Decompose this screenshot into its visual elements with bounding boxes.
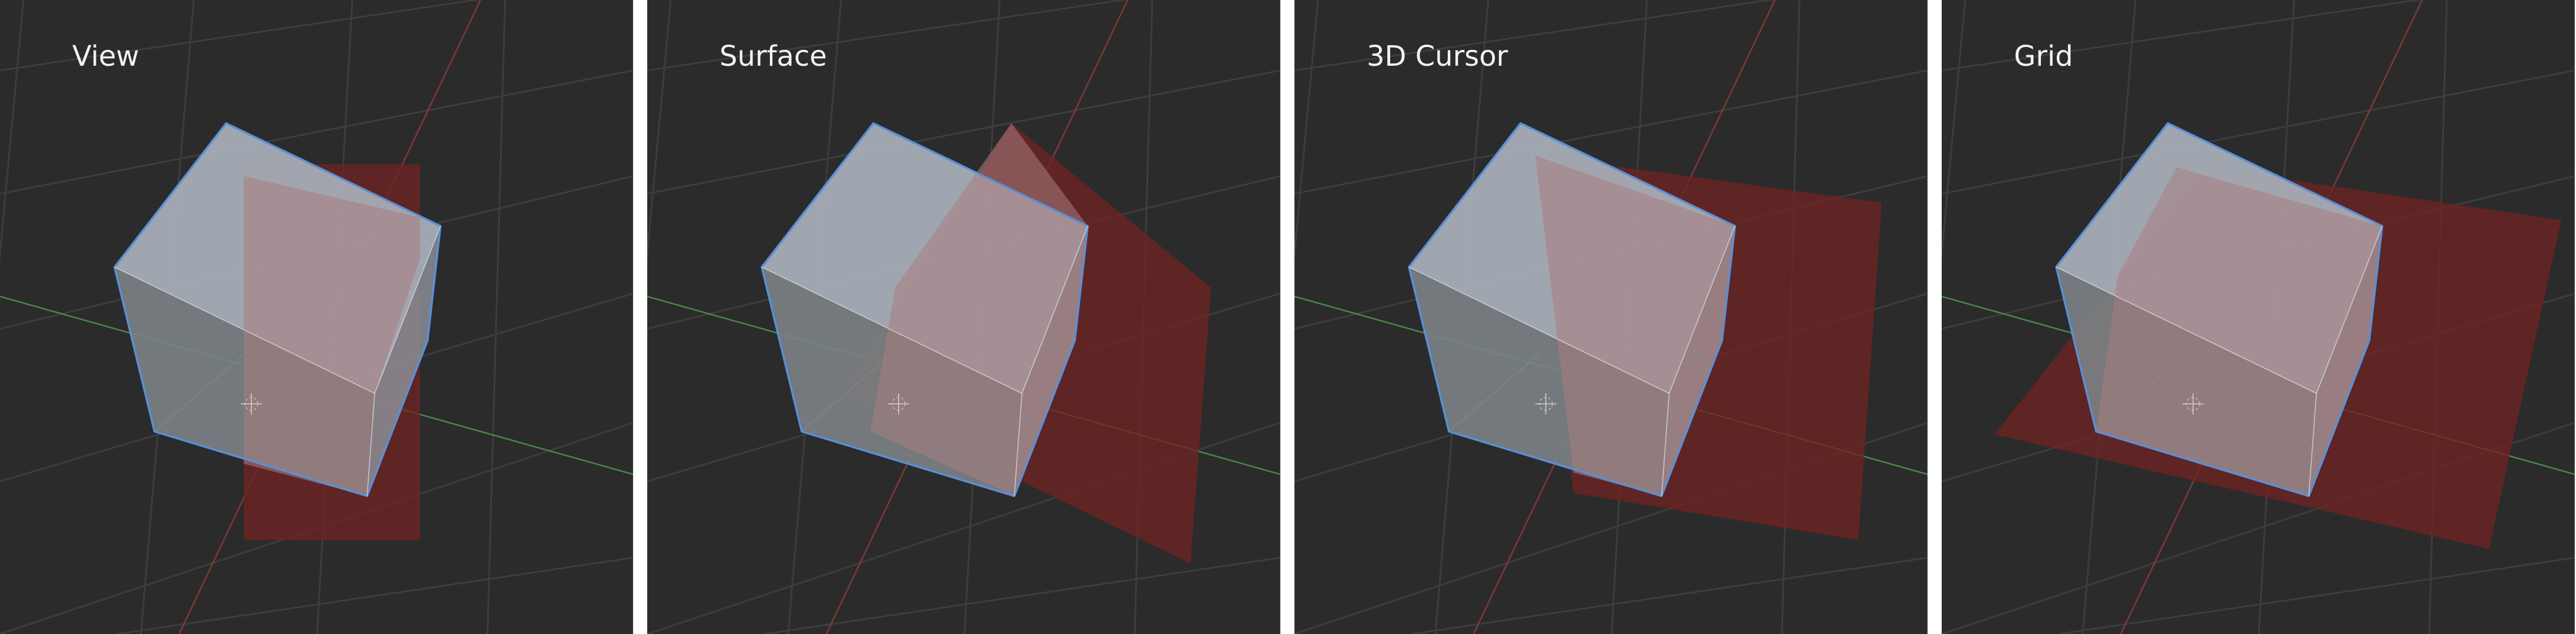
panel-title: View: [72, 40, 139, 73]
viewport-panel-view[interactable]: View: [0, 0, 633, 634]
viewport-strip: View Surface 3D Cursor Grid: [0, 0, 2576, 634]
panel-title: Grid: [2014, 40, 2073, 73]
viewport-scene: [1294, 0, 1928, 634]
viewport-panel-surface[interactable]: Surface: [647, 0, 1280, 634]
viewport-scene: [0, 0, 633, 634]
viewport-panel-3d-cursor[interactable]: 3D Cursor: [1294, 0, 1928, 634]
viewport-scene: [1942, 0, 2575, 634]
panel-title: 3D Cursor: [1367, 40, 1508, 73]
viewport-panel-grid[interactable]: Grid: [1942, 0, 2575, 634]
panel-title: Surface: [719, 40, 827, 73]
viewport-scene: [647, 0, 1280, 634]
